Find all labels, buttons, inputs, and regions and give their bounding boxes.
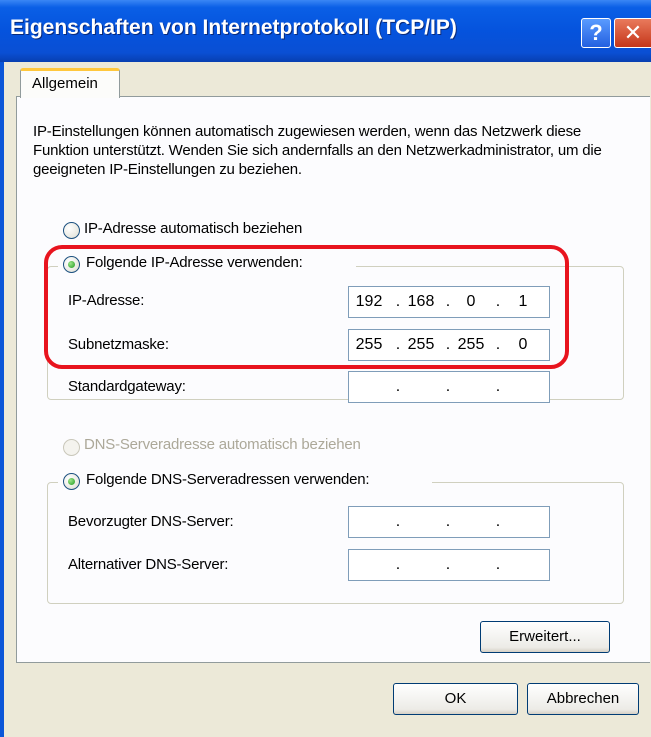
dns-settings-group — [47, 482, 624, 604]
close-button[interactable]: ✕ — [614, 18, 651, 48]
title-bar[interactable]: Eigenschaften von Internetprotokoll (TCP… — [0, 0, 651, 62]
advanced-button[interactable]: Erweitert... — [480, 621, 610, 653]
preferred-dns-label: Bevorzugter DNS-Server: — [68, 513, 234, 530]
octet-separator: . — [495, 378, 501, 395]
highlight-annotation — [44, 245, 569, 369]
octet-separator: . — [495, 556, 501, 573]
octet-separator: . — [445, 513, 451, 530]
radio-dns-auto[interactable] — [63, 439, 80, 456]
dns-auto-label[interactable]: DNS-Serveradresse automatisch beziehen — [84, 436, 361, 453]
tab-label: Allgemein — [32, 75, 98, 92]
octet-separator: . — [395, 556, 401, 573]
intro-text: IP-Einstellungen können automatisch zuge… — [33, 123, 602, 178]
cancel-button[interactable]: Abbrechen — [527, 683, 639, 715]
ip-auto-label[interactable]: IP-Adresse automatisch beziehen — [84, 220, 302, 237]
window-title: Eigenschaften von Internetprotokoll (TCP… — [10, 16, 457, 39]
alternate-dns-label: Alternativer DNS-Server: — [68, 556, 229, 573]
octet-separator: . — [395, 378, 401, 395]
tab-allgemein[interactable]: Allgemein — [20, 68, 120, 98]
help-button[interactable]: ? — [581, 18, 611, 48]
radio-dns-manual[interactable] — [63, 473, 80, 490]
octet-separator: . — [445, 556, 451, 573]
octet-separator: . — [395, 513, 401, 530]
dns-manual-label[interactable]: Folgende DNS-Serveradressen verwenden: — [86, 471, 370, 488]
octet-separator: . — [495, 513, 501, 530]
gateway-label: Standardgateway: — [68, 378, 186, 395]
preferred-dns-field[interactable]: . . . — [348, 506, 550, 538]
alternate-dns-field[interactable]: . . . — [348, 549, 550, 581]
ok-button[interactable]: OK — [393, 683, 518, 715]
radio-ip-auto[interactable] — [63, 222, 80, 239]
gateway-field[interactable]: . . . — [348, 371, 550, 403]
octet-separator: . — [445, 378, 451, 395]
